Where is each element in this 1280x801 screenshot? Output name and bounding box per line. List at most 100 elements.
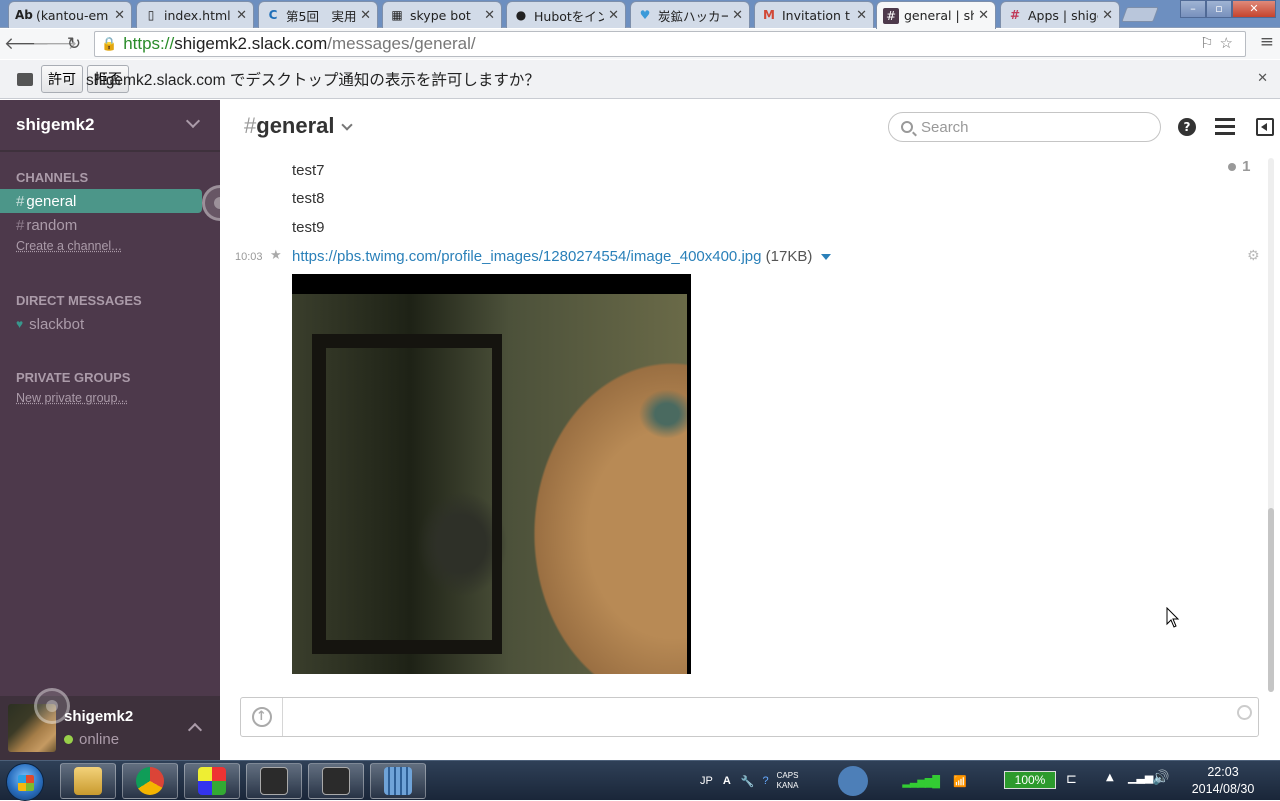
reload-button[interactable]: ↻ [60,31,88,57]
allow-button[interactable]: 許可 [41,65,83,93]
show-hidden-icons[interactable]: ▲ [1106,772,1114,783]
close-tab-icon[interactable]: ✕ [1102,8,1113,23]
image-preview[interactable] [292,274,691,674]
taskbar-chrome[interactable] [122,763,178,799]
close-infobar-icon[interactable]: ✕ [1257,71,1268,86]
channel-name: general [256,113,335,138]
power-plug-icon[interactable]: ⊏ [1066,772,1077,787]
sidebar-item-slackbot[interactable]: ♥ slackbot [0,312,220,336]
ime-indicator[interactable]: JP [700,775,713,787]
sidebar-item-random[interactable]: # random [0,213,202,237]
channel-title[interactable]: #general [244,113,335,139]
emoji-icon[interactable] [1237,705,1252,720]
person-icon [1228,163,1236,171]
tools-icon[interactable]: 🔧 [741,775,755,788]
minimize-button[interactable]: – [1180,0,1206,18]
list-icon[interactable] [1215,118,1235,139]
online-dot-icon [64,735,73,744]
help-icon[interactable]: ? [763,775,769,787]
browser-tab[interactable]: Ab (kantou-em ✕ [8,1,132,28]
ab-icon: Ab [15,8,33,22]
sidebar-item-general[interactable]: # general [0,189,202,213]
network-app-icon[interactable] [838,766,869,796]
close-tab-icon[interactable]: ✕ [360,8,371,23]
new-private-group-link[interactable]: New private group... [0,391,220,405]
create-channel-link[interactable]: Create a channel... [0,239,220,253]
browser-tab[interactable]: ♥ 炭鉱ハッカー ✕ [630,1,750,28]
message-text: test7 [292,162,325,179]
help-icon[interactable]: ? [1178,118,1196,136]
private-groups-header[interactable]: PRIVATE GROUPS [16,370,220,385]
search-icon [901,121,913,133]
maximize-button[interactable]: ▫ [1206,0,1232,18]
taskbar-terminal[interactable] [308,763,364,799]
browser-tab[interactable]: ▦ skype bot ✕ [382,1,502,28]
search-input[interactable]: Search [888,112,1161,142]
tour-hotspot-icon[interactable] [34,688,70,724]
network-icon[interactable]: ▁▃▅ [1128,771,1153,784]
terminal-icon [322,767,350,795]
user-menu[interactable]: shigemk2 online [0,696,220,760]
browser-toolbar: 🡐 🡒 ↻ 🔒 https://shigemk2.slack.com/messa… [0,29,1280,59]
browser-tab[interactable]: C 第5回 実用 ✕ [258,1,378,28]
taskbar-spreadsheet[interactable] [370,763,426,799]
browser-tab-strip: Ab (kantou-em ✕ ▯ index.html ✕ C 第5回 実用 … [0,0,1280,29]
speech-bubble-icon [17,72,33,86]
new-tab-button[interactable] [1121,7,1159,22]
team-menu[interactable]: shigemk2 [0,100,220,152]
upload-button[interactable]: ↑ [241,698,283,736]
scrollbar[interactable] [1268,158,1274,692]
close-tab-icon[interactable]: ✕ [732,8,743,23]
clock-date: 2014/08/30 [1191,782,1255,796]
close-tab-icon[interactable]: ✕ [236,8,247,23]
user-name: shigemk2 [64,708,134,725]
direct-messages-header[interactable]: DIRECT MESSAGES [16,293,220,308]
collapse-panel-icon[interactable] [1256,118,1274,136]
heart-icon: ♥ [16,317,24,331]
taskbar-terminal[interactable] [246,763,302,799]
browser-tab[interactable]: M Invitation t ✕ [754,1,874,28]
battery-indicator[interactable]: 100% [1004,771,1056,789]
message-composer[interactable]: ↑ [240,697,1259,737]
notification-infobar: shigemk2.slack.com でデスクトップ通知の表示を許可しますか？ … [0,60,1280,99]
volume-icon[interactable]: 🔊 [1152,770,1169,786]
taskbar-explorer[interactable] [60,763,116,799]
message-text: test8 [292,190,325,207]
file-size: (17KB) [765,248,813,265]
antenna-icon[interactable]: 📶 [953,775,967,788]
file-url-link[interactable]: https://pbs.twimg.com/profile_images/128… [292,248,761,265]
member-count[interactable]: 1 [1228,158,1251,175]
image-detail [312,334,502,654]
chrome-menu-icon[interactable]: ≡ [1260,32,1274,52]
star-icon[interactable]: ★ [270,248,282,263]
scrollbar-thumb[interactable] [1268,508,1274,692]
chevron-down-icon[interactable] [340,119,353,131]
browser-tab[interactable]: ● Hubotをイン ✕ [506,1,626,28]
tab-title: (kantou-em [36,7,109,23]
caps-kana-indicator: CAPS KANA [777,771,799,791]
system-clock[interactable]: 22:03 2014/08/30 [1178,764,1268,798]
close-tab-icon[interactable]: ✕ [608,8,619,23]
forward-button[interactable]: 🡒 [32,31,78,57]
close-tab-icon[interactable]: ✕ [484,8,495,23]
browser-tab[interactable]: # Apps | shige ✕ [1000,1,1120,28]
ime-mode-icon[interactable]: A [723,775,731,787]
back-button[interactable]: 🡐 [4,31,50,57]
close-tab-icon[interactable]: ✕ [978,8,989,23]
browser-tab-active[interactable]: # general | sh ✕ [876,1,996,29]
translate-and-bookmark-icons[interactable]: ⚐☆ [1200,34,1239,52]
gear-icon[interactable]: ⚙ [1247,248,1260,264]
signal-bars-icon[interactable]: ▂▃▅▆█ [902,775,940,788]
browser-tab[interactable]: ▯ index.html ✕ [136,1,254,28]
tab-title: Hubotをイン [534,8,605,24]
url-path: /messages/general/ [327,34,476,53]
close-window-button[interactable]: ✕ [1232,0,1276,18]
address-bar[interactable]: 🔒 https://shigemk2.slack.com/messages/ge… [94,31,1246,57]
taskbar-app[interactable] [184,763,240,799]
channels-header[interactable]: CHANNELS [16,170,220,185]
start-button[interactable] [6,763,44,801]
close-tab-icon[interactable]: ✕ [856,8,867,23]
message-timestamp[interactable]: 10:03 [235,251,263,263]
close-tab-icon[interactable]: ✕ [114,8,125,23]
caret-down-icon[interactable] [820,254,831,261]
